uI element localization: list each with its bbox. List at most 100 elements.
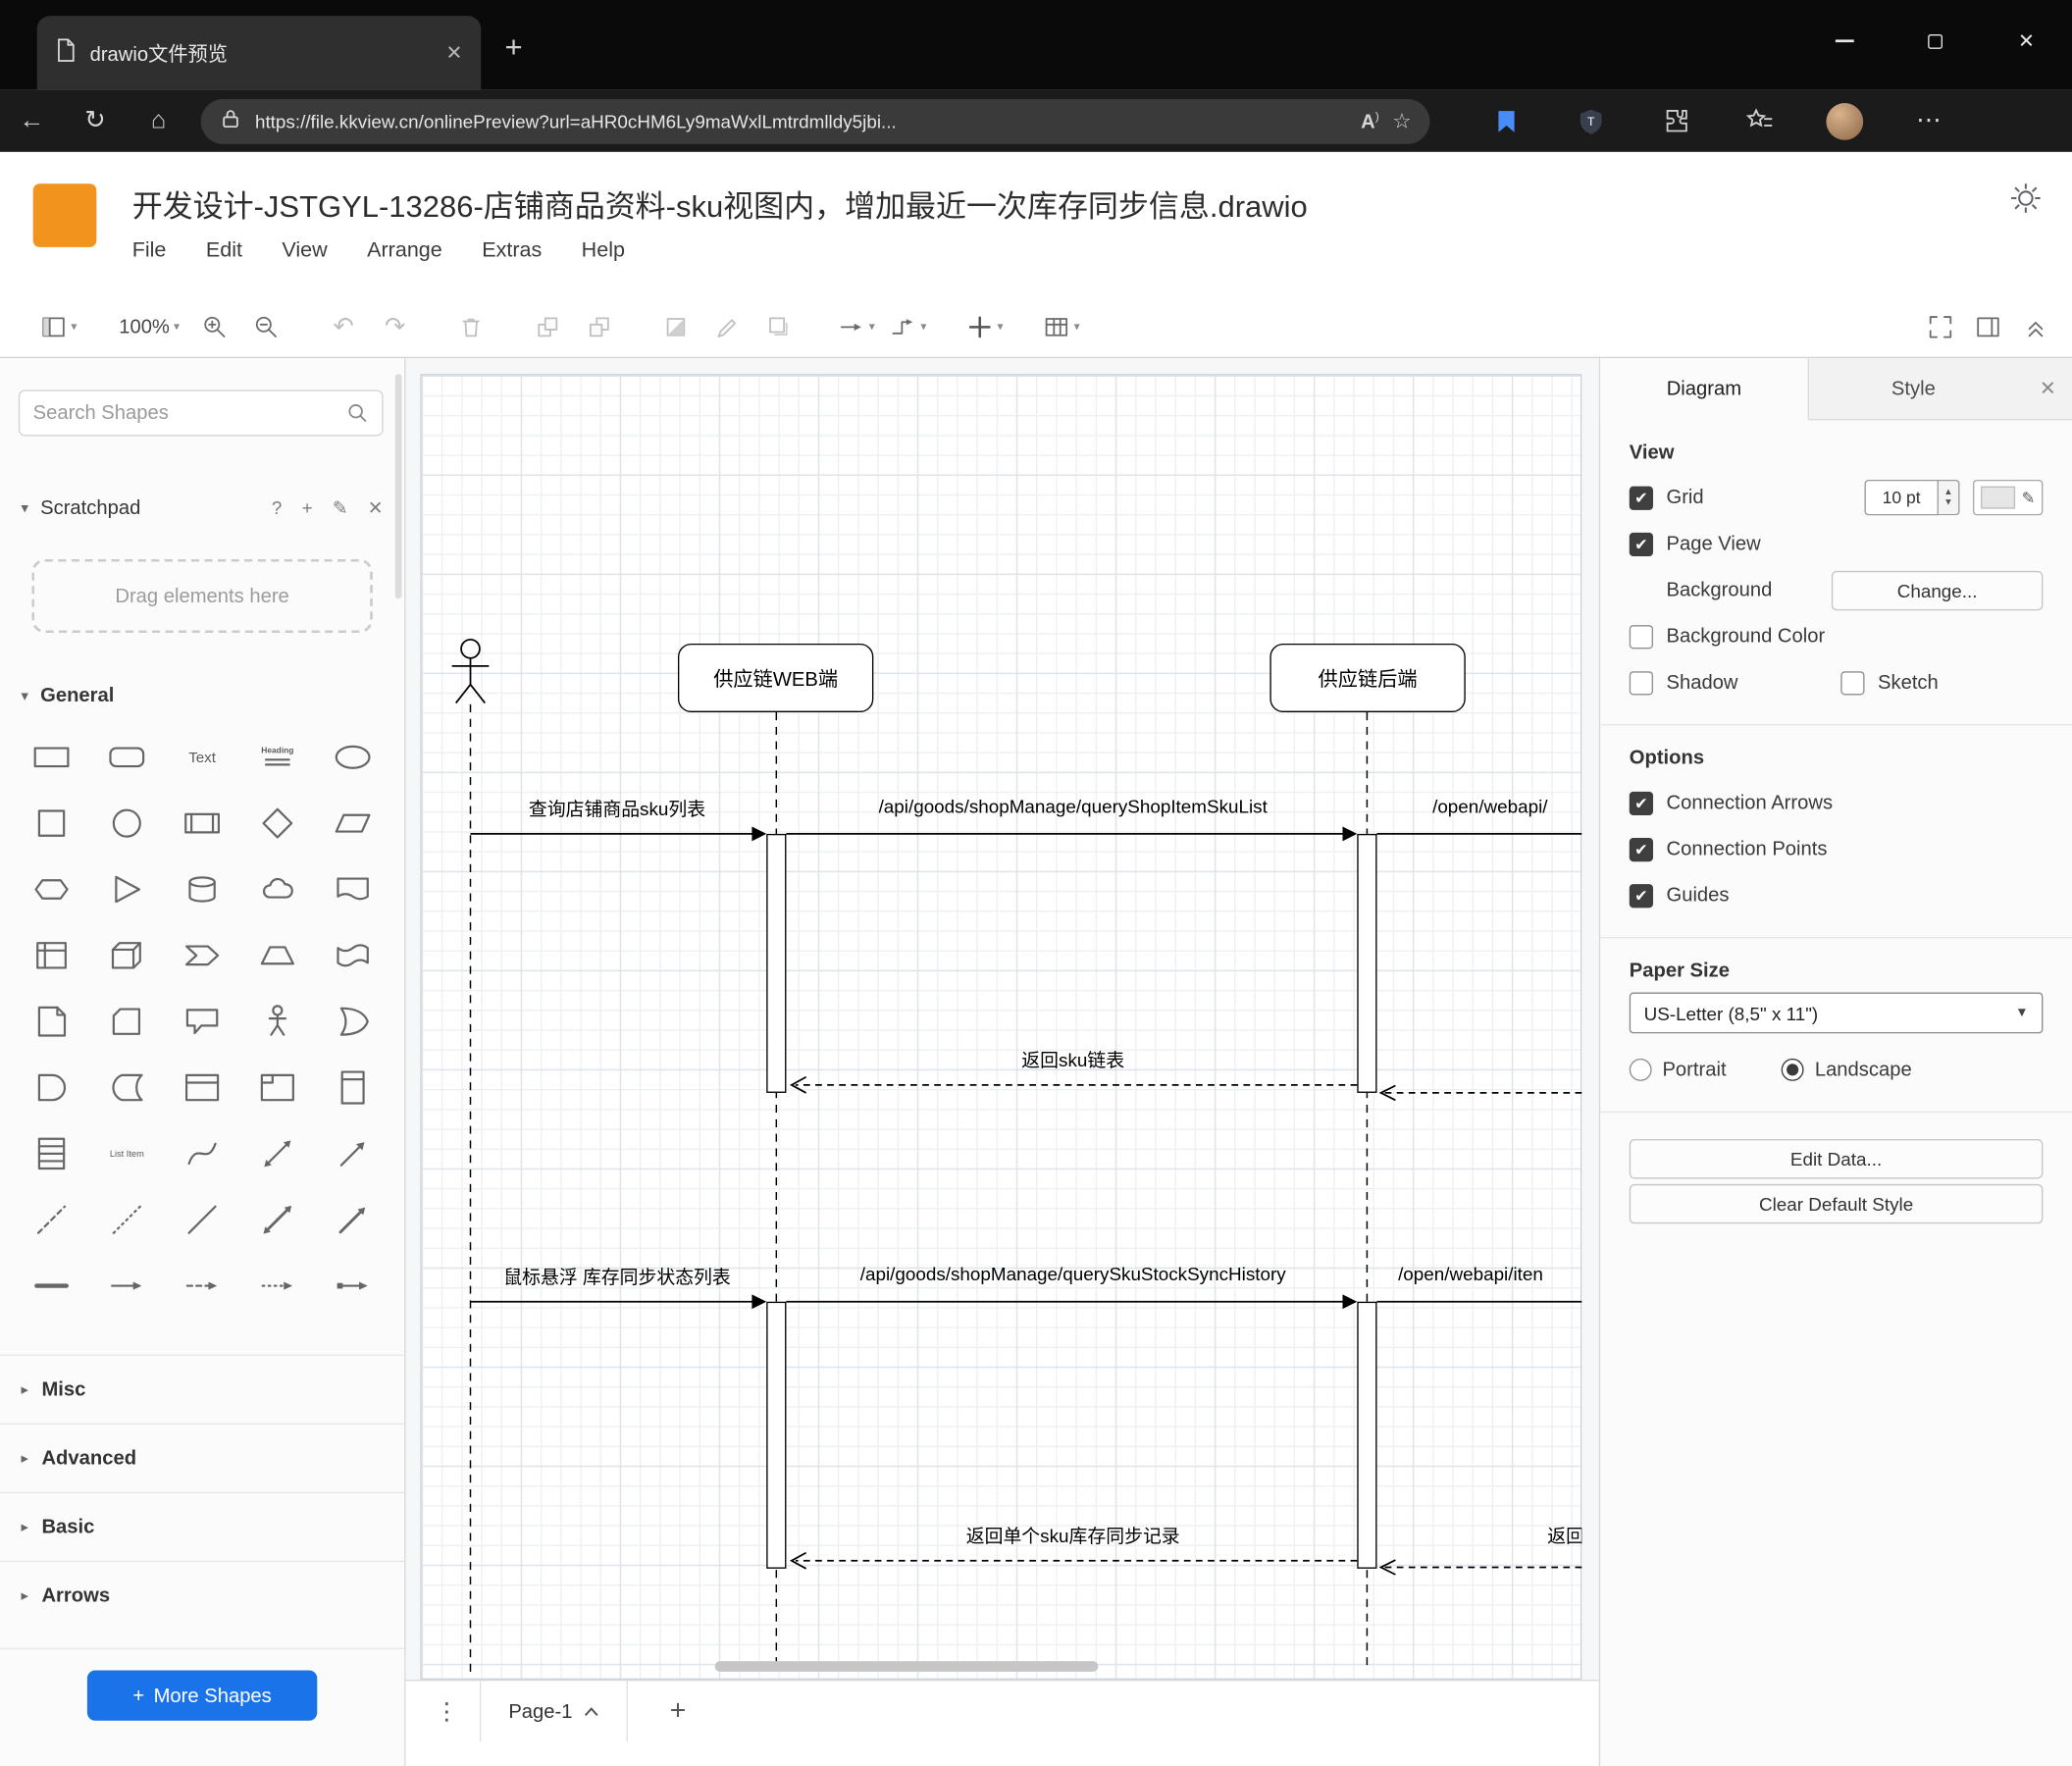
shape-rectangle[interactable]: [13, 731, 88, 784]
pages-menu-icon[interactable]: ⋮: [427, 1681, 466, 1741]
paper-size-select[interactable]: US-Letter (8,5" x 11") ▼: [1629, 992, 2044, 1034]
extension-icon-blue[interactable]: [1464, 108, 1548, 134]
shape-line[interactable]: [165, 1193, 240, 1246]
shape-and[interactable]: [13, 1062, 88, 1115]
shape-data-storage[interactable]: [88, 1062, 164, 1115]
scratchpad-close-icon[interactable]: ✕: [368, 496, 384, 519]
shape-card[interactable]: [88, 995, 164, 1048]
to-back-button[interactable]: [579, 306, 621, 348]
activation-bar[interactable]: [1357, 1301, 1377, 1569]
shape-dashed-line[interactable]: [13, 1193, 88, 1246]
shape-cloud[interactable]: [240, 863, 316, 916]
to-front-button[interactable]: [527, 306, 569, 348]
participant-backend[interactable]: 供应链后端: [1269, 643, 1466, 713]
shape-hexagon[interactable]: [13, 863, 88, 916]
browser-menu-icon[interactable]: ⋯: [1887, 106, 1971, 136]
connection-points-checkbox[interactable]: [1629, 837, 1654, 861]
grid-size-input[interactable]: 10 pt: [1864, 479, 1939, 516]
shadow-checkbox[interactable]: [1629, 670, 1654, 695]
message-label[interactable]: /api/goods/shopManage/queryShopItemSkuLi…: [796, 796, 1351, 817]
shape-heading[interactable]: Heading: [240, 731, 316, 784]
scratchpad-header[interactable]: ▾ Scratchpad ? + ✎ ✕: [0, 485, 404, 530]
menu-edit[interactable]: Edit: [206, 239, 242, 263]
redo-button[interactable]: ↷: [374, 306, 416, 348]
table-button[interactable]: ▾: [1040, 306, 1082, 348]
shape-double-arrow[interactable]: [240, 1193, 316, 1246]
shape-curve[interactable]: [165, 1127, 240, 1180]
shape-list[interactable]: [13, 1127, 88, 1180]
insert-button[interactable]: ▾: [963, 306, 1006, 348]
drawing-page[interactable]: [420, 374, 1582, 1680]
tab-style[interactable]: Style: [1809, 358, 2018, 419]
shape-dotted-horizontal-arrow[interactable]: [240, 1260, 316, 1313]
read-aloud-icon[interactable]: A): [1361, 109, 1379, 132]
fill-color-button[interactable]: [655, 306, 698, 348]
window-maximize-button[interactable]: [1890, 0, 1981, 82]
pages-view-button[interactable]: ▾: [37, 306, 79, 348]
shadow-button[interactable]: [758, 306, 801, 348]
message-label[interactable]: /open/webapi/: [1432, 796, 1581, 817]
shape-square[interactable]: [13, 797, 88, 850]
fullscreen-button[interactable]: [1919, 305, 1961, 347]
shape-frame[interactable]: [240, 1062, 316, 1115]
message-label[interactable]: 查询店铺商品sku列表: [472, 796, 762, 822]
page-tab[interactable]: Page-1: [479, 1681, 628, 1742]
url-text[interactable]: https://file.kkview.cn/onlinePreview?url…: [255, 110, 1348, 131]
shape-actor[interactable]: [240, 995, 316, 1048]
shape-triangle[interactable]: [88, 863, 164, 916]
shape-circle[interactable]: [88, 797, 164, 850]
message-label[interactable]: 返回: [1547, 1523, 1581, 1549]
address-bar[interactable]: https://file.kkview.cn/onlinePreview?url…: [200, 98, 1430, 144]
shape-step[interactable]: [165, 929, 240, 982]
shape-note[interactable]: [13, 995, 88, 1048]
avatar[interactable]: [1802, 102, 1887, 140]
more-shapes-button[interactable]: + More Shapes: [86, 1670, 318, 1721]
landscape-radio[interactable]: [1782, 1058, 1805, 1081]
line-color-button[interactable]: [706, 306, 749, 348]
collapse-toolbar-button[interactable]: [2014, 305, 2056, 347]
shape-diamond[interactable]: [240, 797, 316, 850]
shape-internal-storage[interactable]: [13, 929, 88, 982]
browser-tab[interactable]: drawio文件预览 ✕: [36, 16, 482, 90]
message-label[interactable]: /open/webapi/iten: [1398, 1264, 1581, 1285]
background-color-checkbox[interactable]: [1629, 624, 1654, 649]
menu-file[interactable]: File: [132, 239, 167, 263]
back-button[interactable]: ←: [0, 106, 64, 135]
search-input[interactable]: [32, 401, 337, 425]
clear-default-style-button[interactable]: Clear Default Style: [1629, 1183, 2044, 1224]
shape-process[interactable]: [165, 797, 240, 850]
shape-or[interactable]: [316, 995, 391, 1048]
shape-dashed-horizontal-arrow[interactable]: [165, 1260, 240, 1313]
shape-tape[interactable]: [316, 929, 391, 982]
grid-checkbox[interactable]: [1629, 486, 1654, 510]
grid-color-button[interactable]: ✎: [1972, 479, 2044, 516]
scratchpad-edit-icon[interactable]: ✎: [333, 496, 348, 519]
shape-parallelogram[interactable]: [316, 797, 391, 850]
sidebar-section-advanced[interactable]: ▸ Advanced: [0, 1423, 405, 1492]
refresh-button[interactable]: ↻: [64, 106, 128, 136]
shape-search-box[interactable]: [18, 390, 384, 437]
scratchpad-add-icon[interactable]: +: [302, 496, 313, 519]
sidebar-section-misc[interactable]: ▸ Misc: [0, 1354, 405, 1424]
shape-list-item[interactable]: List Item: [88, 1127, 164, 1180]
shape-arrow[interactable]: [316, 1127, 391, 1180]
grid-size-stepper[interactable]: ▲ ▼: [1938, 479, 1960, 516]
tab-diagram[interactable]: Diagram: [1600, 358, 1809, 421]
shape-dotted-line[interactable]: [88, 1193, 164, 1246]
message-label[interactable]: 鼠标悬浮 库存同步状态列表: [458, 1264, 775, 1290]
page-view-checkbox[interactable]: [1629, 532, 1654, 556]
message-label[interactable]: /api/goods/shopManage/querySkuStockSyncH…: [796, 1264, 1351, 1285]
shape-document[interactable]: [316, 863, 391, 916]
sketch-checkbox[interactable]: [1840, 670, 1865, 695]
menu-help[interactable]: Help: [582, 239, 625, 263]
shape-callout[interactable]: [165, 995, 240, 1048]
shape-cylinder[interactable]: [165, 863, 240, 916]
shape-directional-arrow[interactable]: [316, 1193, 391, 1246]
undo-button[interactable]: ↶: [323, 306, 365, 348]
shape-text[interactable]: Text: [165, 731, 240, 784]
sidebar-section-arrows[interactable]: ▸ Arrows: [0, 1560, 405, 1630]
message-label[interactable]: 返回单个sku库存同步记录: [796, 1523, 1351, 1549]
shape-trapezoid[interactable]: [240, 929, 316, 982]
shape-bidirectional-arrow[interactable]: [240, 1127, 316, 1180]
edit-data-button[interactable]: Edit Data...: [1629, 1139, 2044, 1179]
